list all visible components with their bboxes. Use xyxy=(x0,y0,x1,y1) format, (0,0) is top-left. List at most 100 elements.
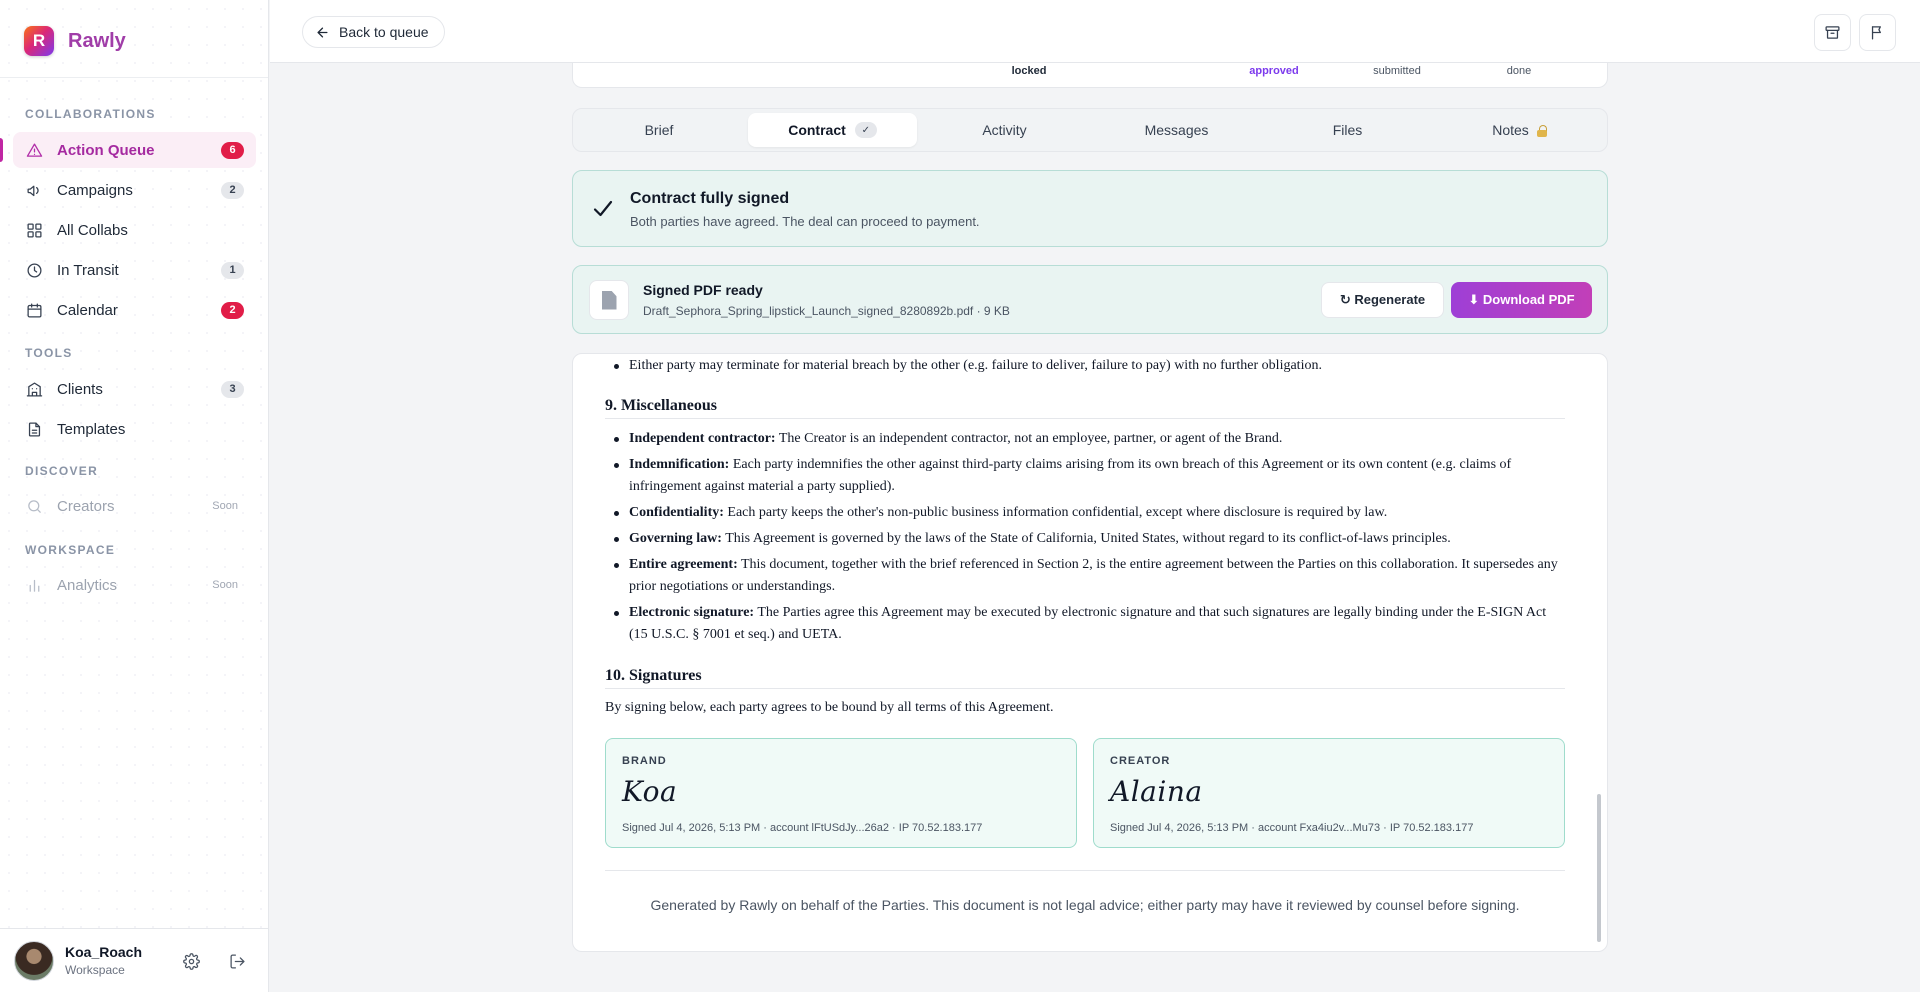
tab-brief[interactable]: Brief xyxy=(577,113,741,147)
arrow-left-icon xyxy=(317,27,328,37)
tab-contract[interactable]: Contract ✓ xyxy=(748,113,917,147)
soon-label: Soon xyxy=(212,500,238,512)
search-icon xyxy=(25,497,43,515)
clause-term: Independent contractor: xyxy=(629,431,776,446)
sidebar-item-label: Calendar xyxy=(57,301,118,319)
back-to-queue-button[interactable]: Back to queue xyxy=(302,16,445,48)
logout-icon xyxy=(229,953,245,969)
clause-text: This document, together with the brief r… xyxy=(629,557,1558,594)
count-badge: 1 xyxy=(221,261,244,279)
contract-signed-banner: Contract fully signed Both parties have … xyxy=(572,170,1608,247)
avatar[interactable] xyxy=(14,941,54,981)
sidebar-item-templates[interactable]: Templates xyxy=(13,411,256,447)
count-badge: 6 xyxy=(221,141,244,159)
sidebar-item-all-collabs[interactable]: All Collabs xyxy=(13,212,256,248)
miscellaneous-list: Independent contractor: The Creator is a… xyxy=(605,428,1565,646)
flag-button[interactable] xyxy=(1859,14,1896,51)
clause-term: Electronic signature: xyxy=(629,605,755,620)
sidebar-item-calendar[interactable]: Calendar 2 xyxy=(13,292,256,328)
creator-signature-box: CREATOR Alaina Signed Jul 4, 2026, 5:13 … xyxy=(1093,738,1565,848)
signatures-intro: By signing below, each party agrees to b… xyxy=(605,700,1054,715)
settings-button[interactable] xyxy=(176,946,206,976)
check-icon: ✓ xyxy=(854,122,877,138)
clause-term: Indemnification: xyxy=(629,457,730,472)
sidebar-item-action-queue[interactable]: Action Queue 6 xyxy=(0,132,256,168)
sidebar: R Rawly COLLABORATIONS Action Queue 6 Ca… xyxy=(0,0,269,992)
sidebar-item-creators: Creators Soon xyxy=(13,488,256,524)
brand-signature-box: BRAND Koa Signed Jul 4, 2026, 5:13 PM · … xyxy=(605,738,1077,848)
flag-icon xyxy=(1871,26,1881,40)
gear-icon xyxy=(182,952,200,970)
contract-document[interactable]: Either party may terminate for material … xyxy=(572,353,1608,952)
brand[interactable]: R Rawly xyxy=(24,24,126,58)
list-item: Governing law: This Agreement is governe… xyxy=(605,528,1565,550)
nav-section-discover: DISCOVER xyxy=(25,464,99,478)
building-icon xyxy=(25,380,43,398)
sidebar-item-label: In Transit xyxy=(57,261,119,279)
sidebar-item-clients[interactable]: Clients 3 xyxy=(13,371,256,407)
active-indicator xyxy=(0,138,3,162)
user-workspace: Workspace xyxy=(65,963,125,977)
signature-name: Alaina xyxy=(1110,775,1203,808)
section-heading-miscellaneous: 9. Miscellaneous xyxy=(605,397,1565,419)
sidebar-item-campaigns[interactable]: Campaigns 2 xyxy=(13,172,256,208)
signature-meta: Signed Jul 4, 2026, 5:13 PM · account lF… xyxy=(622,822,983,834)
rawly-logo-icon: R xyxy=(24,26,54,56)
sidebar-item-label: All Collabs xyxy=(57,221,128,239)
sidebar-item-label: Campaigns xyxy=(57,181,133,199)
tab-activity[interactable]: Activity xyxy=(920,113,1089,147)
sidebar-item-label: Clients xyxy=(57,380,103,398)
sidebar-item-analytics: Analytics Soon xyxy=(13,567,256,603)
list-item: Confidentiality: Each party keeps the ot… xyxy=(605,502,1565,524)
tab-messages[interactable]: Messages xyxy=(1092,113,1261,147)
clause-text: This Agreement is governed by the laws o… xyxy=(721,531,1451,546)
app-name: Rawly xyxy=(68,29,126,52)
step-label-locked: locked xyxy=(1011,65,1047,77)
nav-section-collaborations: COLLABORATIONS xyxy=(25,107,156,121)
signed-pdf-bar: Signed PDF ready Draft_Sephora_Spring_li… xyxy=(572,265,1608,334)
tab-label: Notes xyxy=(1492,122,1529,138)
count-badge: 3 xyxy=(221,380,244,398)
sidebar-item-label: Analytics xyxy=(57,576,118,594)
signature-role: CREATOR xyxy=(1110,755,1171,767)
count-badge: 2 xyxy=(221,301,244,319)
footer-divider xyxy=(605,870,1565,871)
step-label-done: done xyxy=(1506,65,1532,77)
banner-subtitle: Both parties have agreed. The deal can p… xyxy=(630,214,980,229)
check-icon xyxy=(591,197,615,221)
pdf-file-icon xyxy=(589,280,629,320)
regenerate-button[interactable]: ↻ Regenerate xyxy=(1321,282,1444,318)
sidebar-item-in-transit[interactable]: In Transit 1 xyxy=(13,252,256,288)
tab-files[interactable]: Files xyxy=(1263,113,1432,147)
back-button-label: Back to queue xyxy=(339,24,429,40)
brand-divider xyxy=(0,77,268,78)
pdf-filename: Draft_Sephora_Spring_lipstick_Launch_sig… xyxy=(643,304,1010,318)
document-icon xyxy=(25,420,43,438)
count-badge: 2 xyxy=(221,181,244,199)
logout-button[interactable] xyxy=(222,946,252,976)
clause-term: Entire agreement: xyxy=(629,557,738,572)
document-footer: Generated by Rawly on behalf of the Part… xyxy=(650,897,1520,913)
signature-role: BRAND xyxy=(622,755,667,767)
sidebar-item-label: Creators xyxy=(57,497,115,515)
tab-label: Contract xyxy=(788,122,846,138)
megaphone-icon xyxy=(25,181,43,199)
grid-icon xyxy=(25,221,43,239)
soon-label: Soon xyxy=(212,579,238,591)
list-item: Entire agreement: This document, togethe… xyxy=(605,554,1565,598)
list-item: Independent contractor: The Creator is a… xyxy=(605,428,1565,450)
section-heading-signatures: 10. Signatures xyxy=(605,667,1565,689)
archive-button[interactable] xyxy=(1814,14,1851,51)
nav-section-workspace: WORKSPACE xyxy=(25,543,116,557)
signature-meta: Signed Jul 4, 2026, 5:13 PM · account Fx… xyxy=(1110,822,1474,834)
tab-notes[interactable]: Notes xyxy=(1435,113,1604,147)
sidebar-footer: Koa_Roach Workspace xyxy=(0,928,268,992)
clause-term: Confidentiality: xyxy=(629,505,724,520)
sidebar-item-label: Action Queue xyxy=(57,141,155,159)
tab-label: Activity xyxy=(982,122,1027,138)
tab-label: Files xyxy=(1332,122,1363,138)
tab-label: Messages xyxy=(1144,122,1209,138)
download-pdf-button[interactable]: ⬇ Download PDF xyxy=(1451,282,1592,318)
document-scrollbar[interactable] xyxy=(1597,794,1601,942)
pdf-title: Signed PDF ready xyxy=(643,282,763,298)
